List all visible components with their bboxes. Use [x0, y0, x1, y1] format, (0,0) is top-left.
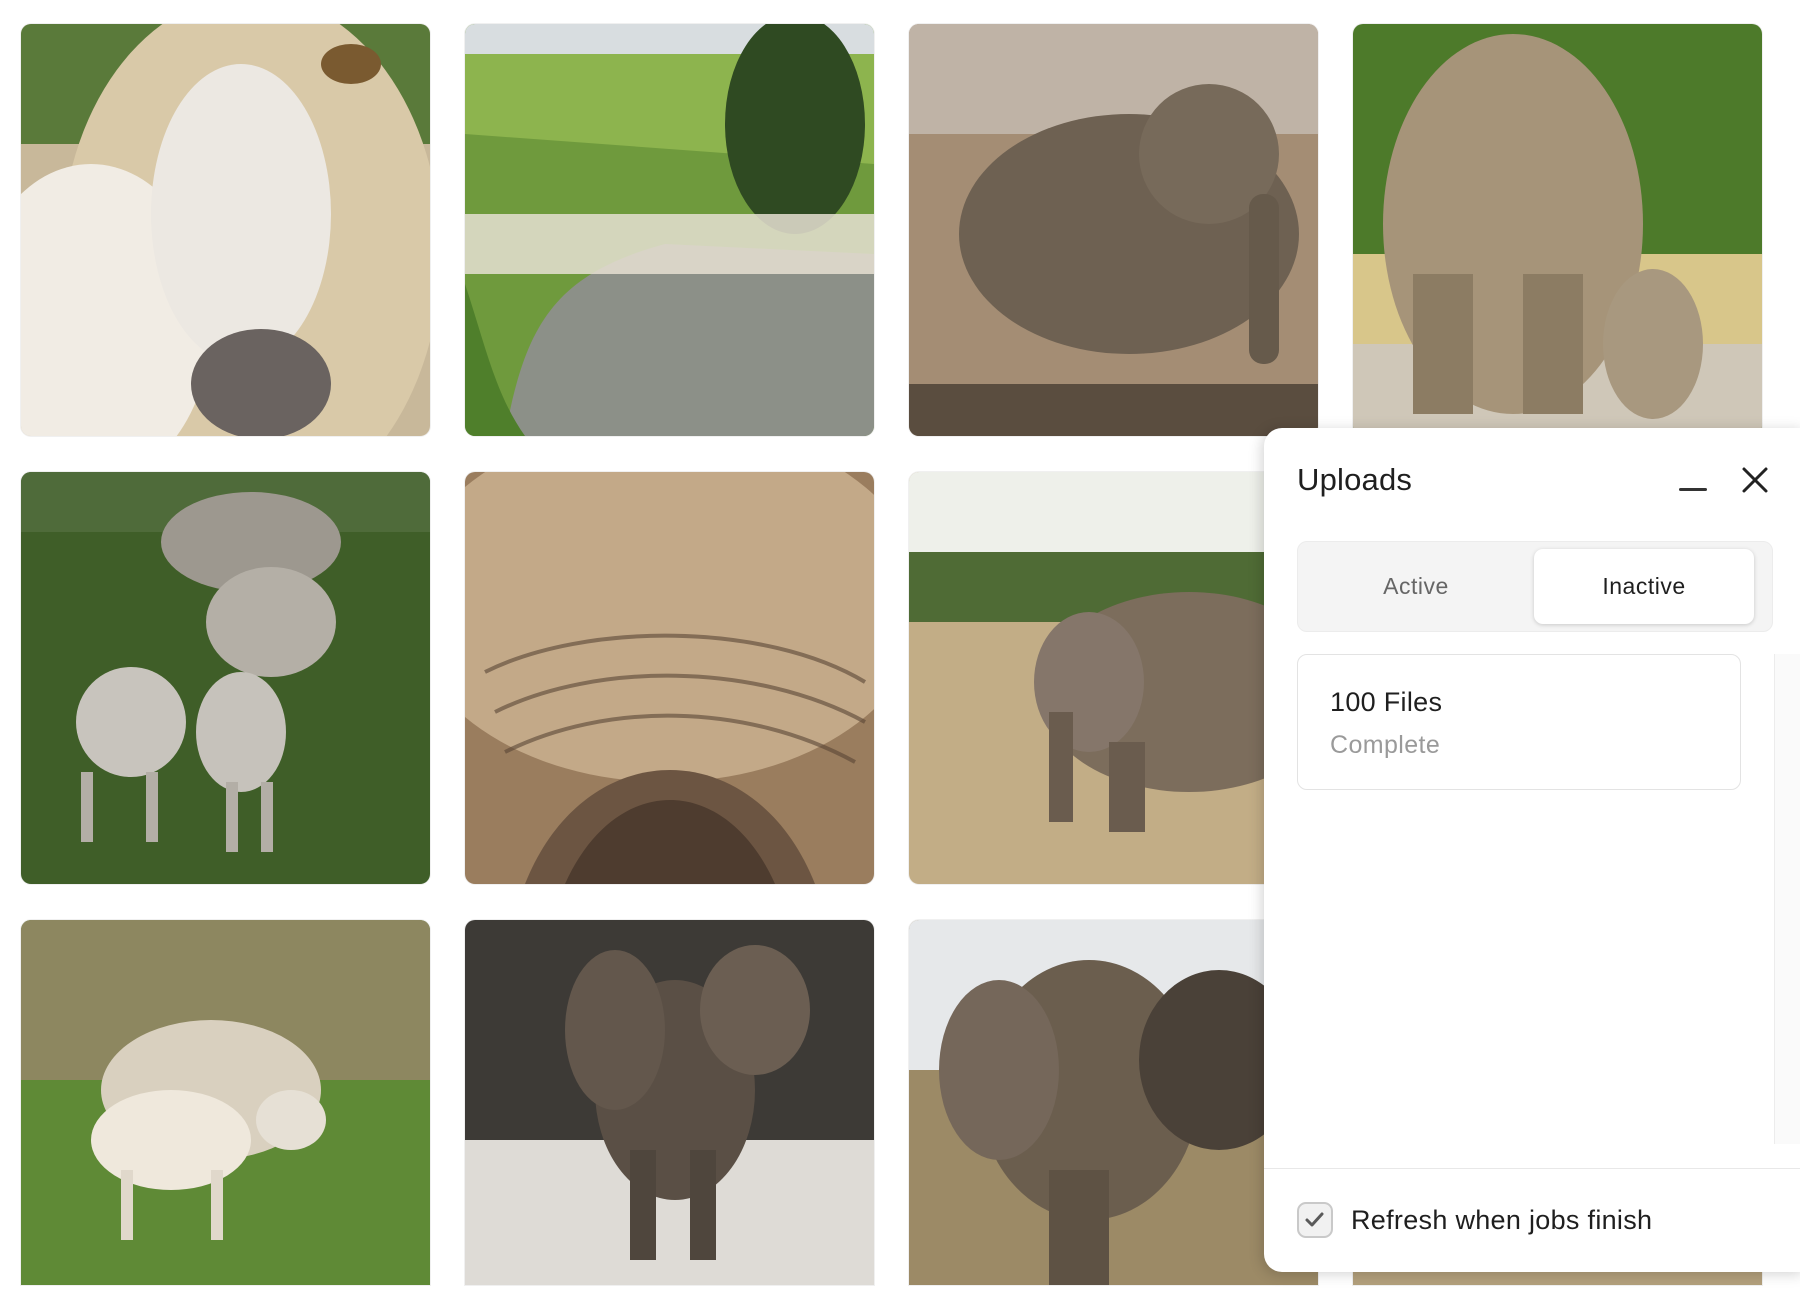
tab-active[interactable]: Active	[1306, 549, 1526, 624]
minimize-icon[interactable]	[1679, 480, 1707, 500]
gallery-image-baby-elephant[interactable]	[465, 920, 874, 1285]
job-file-count: 100 Files	[1330, 687, 1443, 717]
gallery-image-ewe-lambs[interactable]	[21, 472, 430, 884]
upload-job-card[interactable]: 100 Files Complete	[1297, 654, 1741, 790]
gallery-image-sheep-road[interactable]	[465, 24, 874, 436]
uploads-panel: Uploads Active Inactive 100 Files Comple…	[1264, 428, 1800, 1272]
gallery-image-elephant-savanna[interactable]	[909, 472, 1318, 884]
gallery-image-elephant-calf[interactable]	[1353, 24, 1762, 436]
checkmark-icon	[1305, 1212, 1324, 1227]
uploads-panel-footer: Refresh when jobs finish	[1264, 1168, 1800, 1273]
gallery-image-elephant-skin[interactable]	[465, 472, 874, 884]
refresh-checkbox[interactable]	[1297, 1202, 1333, 1238]
refresh-checkbox-label: Refresh when jobs finish	[1351, 1205, 1653, 1235]
gallery-image-goat[interactable]	[21, 24, 430, 436]
gallery-image-ewe-lamb-grazing[interactable]	[21, 920, 430, 1285]
gallery-image-elephant-grassland[interactable]	[909, 920, 1318, 1285]
close-icon[interactable]	[1739, 464, 1771, 496]
uploads-panel-title: Uploads	[1297, 462, 1413, 497]
job-status: Complete	[1330, 731, 1441, 759]
scrollbar[interactable]	[1774, 654, 1800, 1144]
gallery-image-elephant-waterhole[interactable]	[909, 24, 1318, 436]
tab-inactive[interactable]: Inactive	[1534, 549, 1754, 624]
uploads-tab-switcher: Active Inactive	[1297, 541, 1773, 632]
